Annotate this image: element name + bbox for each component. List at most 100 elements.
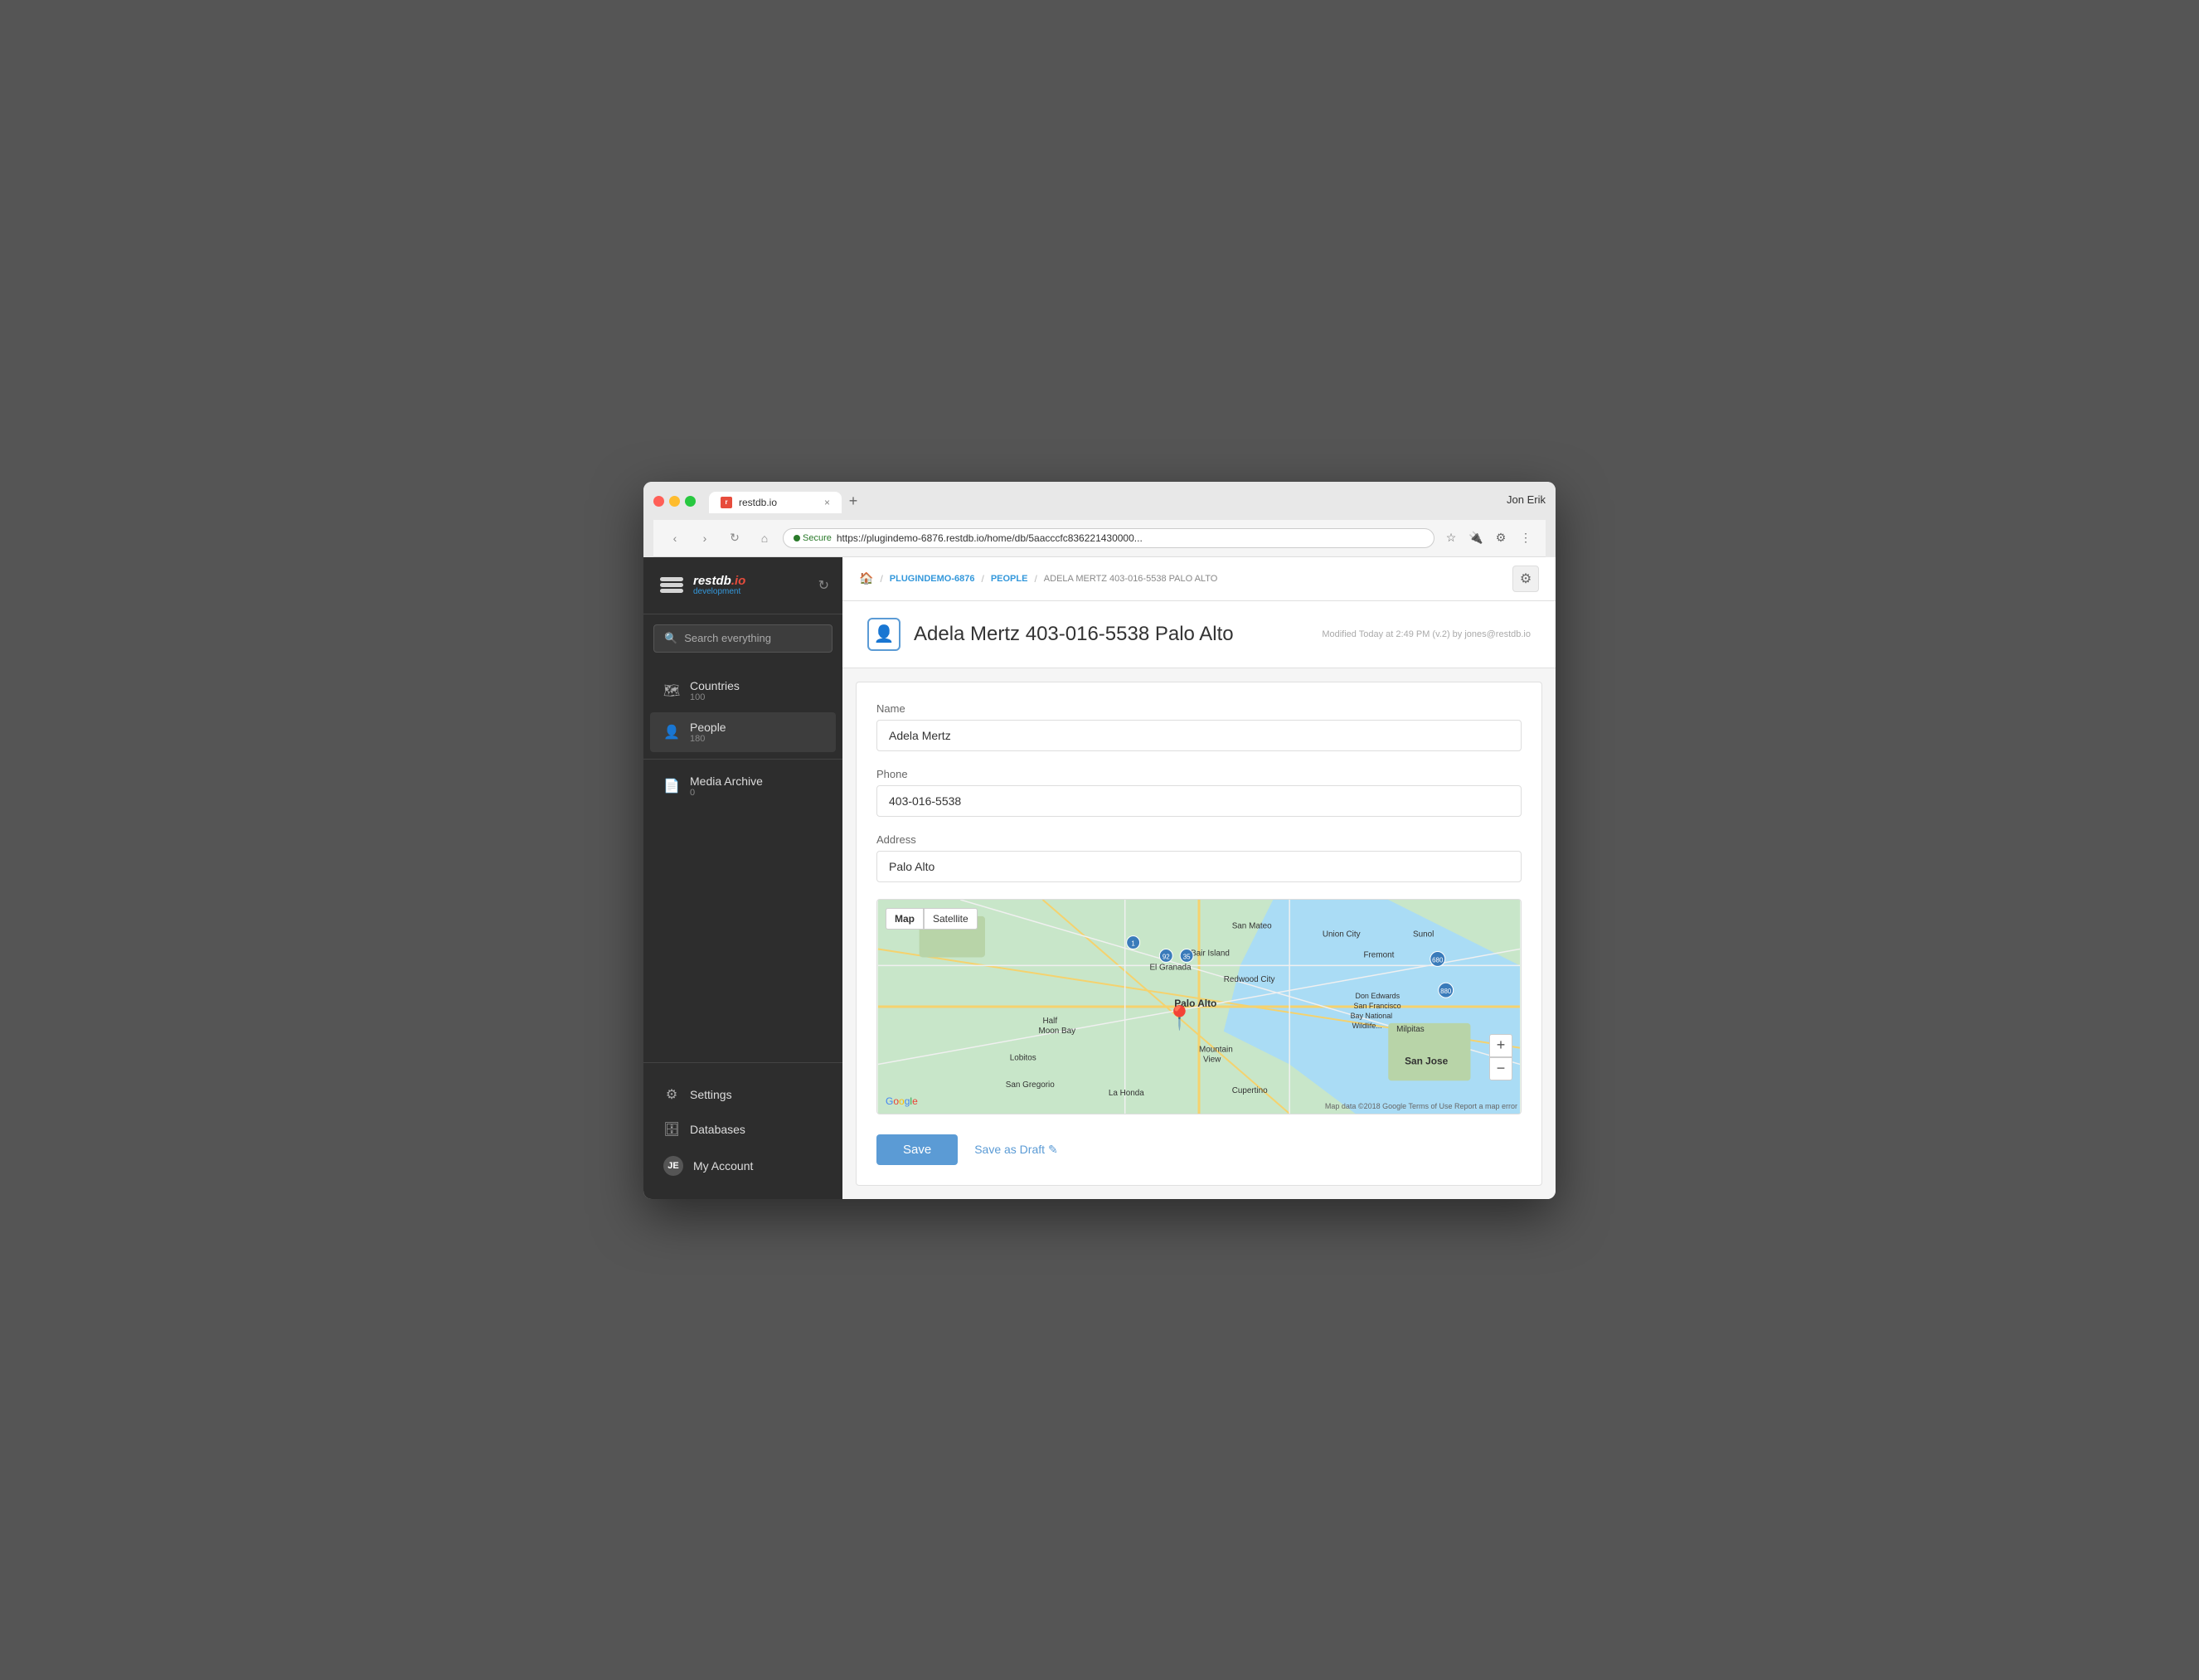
svg-text:Bay National: Bay National (1351, 1011, 1393, 1019)
traffic-lights (653, 496, 696, 507)
breadcrumb-db-link[interactable]: PLUGINDEMO-6876 (890, 574, 975, 584)
sidebar-item-settings[interactable]: ⚙ Settings (650, 1078, 836, 1111)
save-as-draft-button[interactable]: Save as Draft ✎ (974, 1143, 1058, 1157)
breadcrumb-home-icon[interactable]: 🏠 (859, 571, 873, 585)
svg-text:Bair Island: Bair Island (1191, 949, 1230, 958)
modified-text: Modified Today at 2:49 PM (v.2) by jones… (1322, 629, 1531, 639)
minimize-traffic-light[interactable] (669, 496, 680, 507)
breadcrumb-sep-3: / (1034, 573, 1036, 585)
svg-text:Half: Half (1042, 1016, 1057, 1025)
browser-user-name: Jon Erik (1507, 493, 1546, 509)
sidebar: restdb.io development ↻ 🔍 Search everyth… (643, 557, 842, 1199)
svg-text:Milpitas: Milpitas (1396, 1024, 1425, 1033)
sidebar-item-people[interactable]: 👤 People 180 (650, 712, 836, 752)
people-count: 180 (690, 734, 726, 744)
settings-label: Settings (690, 1088, 732, 1101)
svg-text:Sunol: Sunol (1413, 930, 1434, 939)
app-layout: restdb.io development ↻ 🔍 Search everyth… (643, 557, 1556, 1199)
record-type-icon: 👤 (867, 618, 900, 651)
databases-icon: 🗄 (663, 1121, 680, 1138)
databases-label: Databases (690, 1123, 745, 1136)
media-archive-icon: 📄 (663, 778, 680, 794)
logo-disk-2 (660, 583, 683, 587)
logo-name: restdb.io (693, 574, 745, 588)
save-button[interactable]: Save (876, 1134, 958, 1165)
bookmark-icon[interactable]: ☆ (1441, 528, 1461, 548)
svg-text:880: 880 (1440, 988, 1452, 995)
logo-disk-3 (660, 589, 683, 593)
secure-dot-icon (794, 535, 800, 541)
svg-text:View: View (1203, 1055, 1221, 1064)
refresh-icon[interactable]: ↻ (818, 577, 829, 594)
my-account-label: My Account (693, 1159, 753, 1173)
logo-subtitle: development (693, 587, 745, 596)
map-view-button[interactable]: Map (886, 908, 924, 930)
menu-icon[interactable]: ⋮ (1516, 528, 1536, 548)
tab-title: restdb.io (739, 497, 777, 508)
active-tab[interactable]: r restdb.io × (709, 492, 842, 513)
svg-text:Moon Bay: Moon Bay (1039, 1026, 1076, 1035)
home-button[interactable]: ⌂ (753, 527, 776, 550)
search-icon: 🔍 (664, 632, 677, 645)
logo-disk-1 (660, 577, 683, 581)
browser-window: r restdb.io × + Jon Erik ‹ › ↻ ⌂ Secure … (643, 482, 1556, 1199)
record-header: 👤 Adela Mertz 403-016-5538 Palo Alto Mod… (842, 601, 1556, 668)
svg-text:San Gregorio: San Gregorio (1006, 1080, 1055, 1090)
breadcrumb-collection-link[interactable]: PEOPLE (991, 574, 1028, 584)
record-form: Name Phone Address (856, 682, 1542, 1186)
reload-button[interactable]: ↻ (723, 527, 746, 550)
map-container: Union City Sunol San Mateo Bair Island E… (876, 899, 1522, 1114)
search-placeholder: Search everything (684, 632, 771, 644)
svg-text:Don Edwards: Don Edwards (1356, 992, 1400, 1000)
countries-count: 100 (690, 692, 740, 702)
name-input[interactable] (876, 720, 1522, 751)
svg-text:Redwood City: Redwood City (1224, 975, 1275, 984)
phone-field-group: Phone (876, 768, 1522, 817)
sidebar-item-countries[interactable]: 🗺 Countries 100 (650, 671, 836, 711)
extension-icon-1[interactable]: 🔌 (1466, 528, 1486, 548)
people-icon: 👤 (663, 724, 680, 740)
breadcrumb-sep-1: / (880, 573, 882, 585)
address-bar[interactable]: Secure https://plugindemo-6876.restdb.io… (783, 528, 1434, 548)
main-content: 🏠 / PLUGINDEMO-6876 / PEOPLE / ADELA MER… (842, 557, 1556, 1199)
url-display: https://plugindemo-6876.restdb.io/home/d… (837, 532, 1143, 544)
breadcrumb-sep-2: / (981, 573, 983, 585)
satellite-view-button[interactable]: Satellite (924, 908, 978, 930)
svg-text:92: 92 (1163, 953, 1170, 960)
search-box[interactable]: 🔍 Search everything (653, 624, 833, 653)
back-button[interactable]: ‹ (663, 527, 687, 550)
close-traffic-light[interactable] (653, 496, 664, 507)
new-tab-button[interactable]: + (842, 490, 865, 513)
sidebar-divider-2 (643, 1062, 842, 1063)
settings-icon: ⚙ (663, 1086, 680, 1103)
tab-favicon: r (721, 497, 732, 508)
svg-text:Wildlife...: Wildlife... (1352, 1021, 1382, 1029)
svg-text:Mountain: Mountain (1199, 1045, 1233, 1054)
sidebar-item-my-account[interactable]: JE My Account (650, 1148, 836, 1184)
sidebar-logo: restdb.io development (657, 571, 745, 600)
map-zoom-in-button[interactable]: + (1489, 1034, 1512, 1057)
sidebar-item-databases[interactable]: 🗄 Databases (650, 1113, 836, 1146)
avatar: JE (663, 1156, 683, 1176)
extension-icon-2[interactable]: ⚙ (1491, 528, 1511, 548)
svg-text:680: 680 (1432, 956, 1444, 964)
svg-text:San Francisco: San Francisco (1354, 1001, 1401, 1009)
countries-icon: 🗺 (663, 682, 680, 699)
address-input[interactable] (876, 851, 1522, 882)
map-zoom-out-button[interactable]: − (1489, 1057, 1512, 1080)
browser-chrome: r restdb.io × + Jon Erik ‹ › ↻ ⌂ Secure … (643, 482, 1556, 557)
maximize-traffic-light[interactable] (685, 496, 696, 507)
map-attribution: Map data ©2018 Google Terms of Use Repor… (1325, 1102, 1517, 1110)
sidebar-item-media-archive[interactable]: 📄 Media Archive 0 (650, 766, 836, 806)
draft-icon: ✎ (1048, 1143, 1058, 1157)
tab-close-button[interactable]: × (824, 497, 830, 508)
svg-text:Lobitos: Lobitos (1010, 1053, 1036, 1062)
phone-input[interactable] (876, 785, 1522, 817)
title-bar: r restdb.io × + Jon Erik (653, 490, 1546, 513)
record-title: Adela Mertz 403-016-5538 Palo Alto (914, 623, 1234, 646)
form-actions: Save Save as Draft ✎ (876, 1134, 1522, 1165)
svg-text:Fremont: Fremont (1363, 950, 1394, 959)
settings-gear-button[interactable]: ⚙ (1512, 566, 1539, 592)
google-logo: Google (886, 1095, 918, 1107)
forward-button[interactable]: › (693, 527, 716, 550)
